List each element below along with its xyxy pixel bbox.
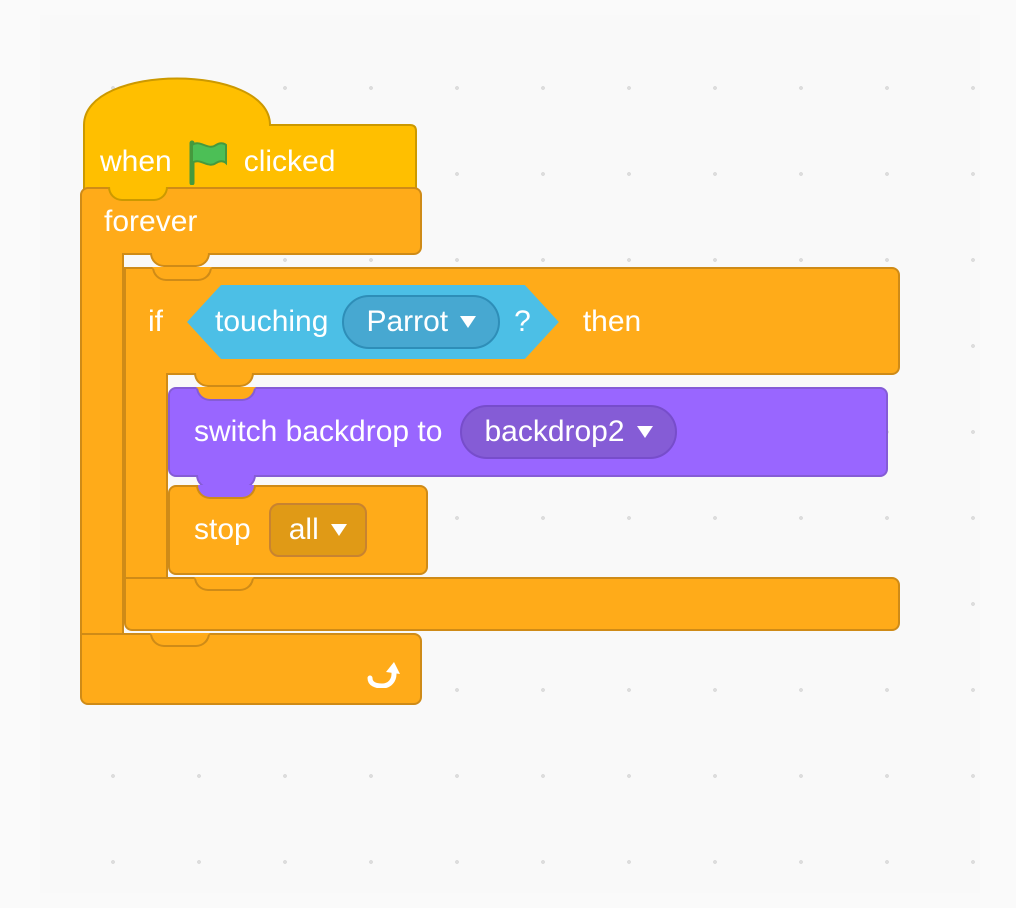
green-flag-icon <box>186 140 230 184</box>
script-stack[interactable]: when clicked forever <box>80 45 900 705</box>
when-text: when <box>100 145 172 179</box>
stop-option: all <box>289 513 319 547</box>
switch-backdrop-label: switch backdrop to <box>194 415 442 449</box>
forever-header: forever <box>80 187 422 255</box>
touching-option: Parrot <box>366 305 448 339</box>
backdrop-dropdown[interactable]: backdrop2 <box>460 405 676 459</box>
chevron-down-icon <box>637 426 653 438</box>
chevron-down-icon <box>460 316 476 328</box>
loop-arrow-icon <box>364 660 400 693</box>
if-then-block[interactable]: if touching Parrot ? <box>124 267 900 631</box>
then-label: then <box>583 305 641 339</box>
stop-dropdown[interactable]: all <box>269 503 367 557</box>
if-header: if touching Parrot ? <box>124 267 900 375</box>
backdrop-option: backdrop2 <box>484 415 624 449</box>
if-label: if <box>148 305 163 339</box>
touching-sensing-block[interactable]: touching Parrot ? <box>187 285 559 359</box>
touching-dropdown[interactable]: Parrot <box>342 295 500 349</box>
touching-suffix: ? <box>514 305 531 339</box>
when-flag-clicked-block[interactable]: when clicked <box>80 45 418 195</box>
forever-block[interactable]: forever if touching <box>80 187 900 705</box>
forever-footer <box>80 633 422 705</box>
touching-label: touching <box>215 305 328 339</box>
stop-block[interactable]: stop all <box>168 485 428 575</box>
hat-shape <box>80 45 418 209</box>
clicked-text: clicked <box>244 145 336 179</box>
hat-content: when clicked <box>100 140 335 184</box>
switch-backdrop-block[interactable]: switch backdrop to backdrop2 <box>168 387 888 477</box>
chevron-down-icon <box>331 524 347 536</box>
forever-label: forever <box>104 205 197 239</box>
scripts-workspace[interactable]: when clicked forever <box>40 15 980 893</box>
stop-label: stop <box>194 513 251 547</box>
if-footer <box>124 577 900 631</box>
